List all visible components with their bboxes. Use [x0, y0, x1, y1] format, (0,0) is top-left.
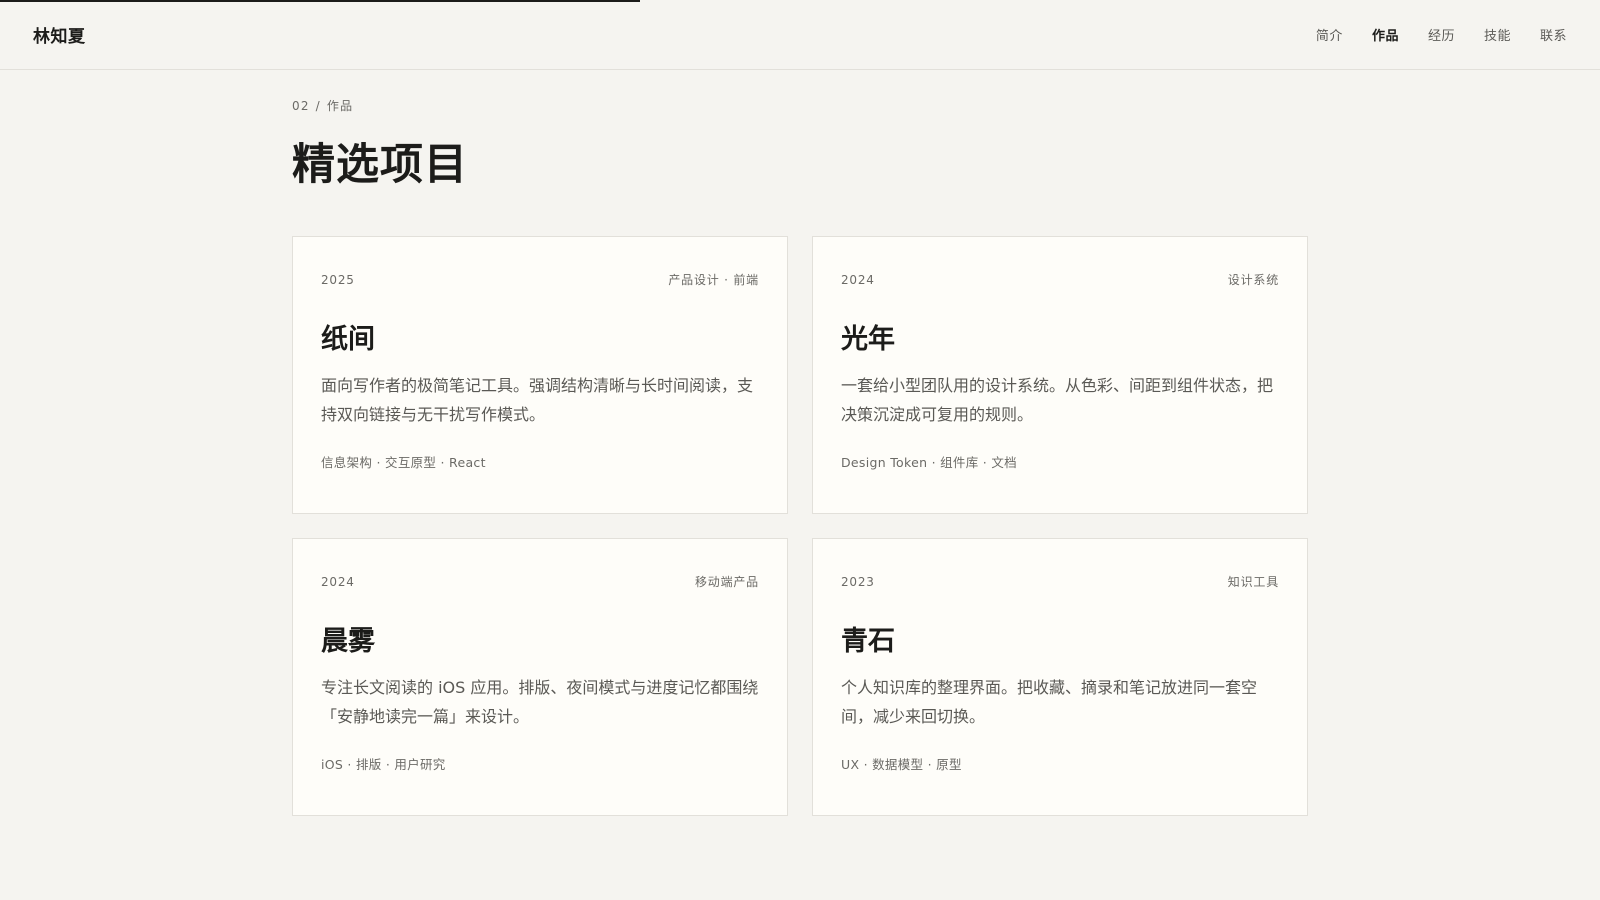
project-meta: 2025 产品设计 · 前端: [321, 271, 759, 288]
project-category: 知识工具: [1227, 575, 1279, 590]
project-card[interactable]: 2025 产品设计 · 前端 纸间 面向写作者的极简笔记工具。强调结构清晰与长时…: [292, 236, 788, 515]
project-title: 晨雾: [321, 626, 375, 658]
project-meta: 2023 知识工具: [841, 573, 1279, 590]
project-title: 青石: [841, 626, 895, 658]
project-tags: Design Token · 组件库 · 文档: [841, 454, 1017, 470]
project-year: 2024: [841, 272, 875, 287]
project-description: 专注长文阅读的 iOS 应用。排版、夜间模式与进度记忆都围绕「安静地读完一篇」来…: [321, 677, 759, 726]
nav-link-skills[interactable]: 技能: [1484, 25, 1511, 44]
breadcrumb-index: 02: [292, 98, 310, 113]
nav-link-works[interactable]: 作品: [1372, 25, 1399, 44]
site-brand[interactable]: 林知夏: [33, 22, 86, 47]
page-title: 精选项目: [292, 140, 468, 190]
project-card[interactable]: 2024 设计系统 光年 一套给小型团队用的设计系统。从色彩、间距到组件状态，把…: [812, 236, 1308, 515]
project-title: 纸间: [321, 324, 375, 356]
breadcrumb: 02 / 作品: [292, 97, 1308, 114]
project-description: 面向写作者的极简笔记工具。强调结构清晰与长时间阅读，支持双向链接与无干扰写作模式…: [321, 375, 754, 424]
breadcrumb-separator: /: [315, 98, 321, 113]
breadcrumb-section: 作品: [326, 99, 354, 113]
reading-progress-bar: [0, 0, 640, 2]
nav-link-contact[interactable]: 联系: [1540, 25, 1567, 44]
project-category: 产品设计 · 前端: [668, 273, 759, 288]
top-navigation: 林知夏 简介 作品 经历 技能 联系: [0, 0, 1600, 70]
project-card[interactable]: 2024 移动端产品 晨雾 专注长文阅读的 iOS 应用。排版、夜间模式与进度记…: [292, 538, 788, 817]
nav-link-intro[interactable]: 简介: [1316, 25, 1343, 44]
project-tags: UX · 数据模型 · 原型: [841, 756, 962, 772]
project-grid: 2025 产品设计 · 前端 纸间 面向写作者的极简笔记工具。强调结构清晰与长时…: [292, 236, 1308, 817]
project-meta: 2024 移动端产品: [321, 573, 759, 590]
project-description: 一套给小型团队用的设计系统。从色彩、间距到组件状态，把决策沉淀成可复用的规则。: [841, 375, 1274, 424]
project-year: 2024: [321, 574, 355, 589]
project-title: 光年: [841, 324, 895, 356]
project-tags: iOS · 排版 · 用户研究: [321, 756, 446, 772]
project-category: 移动端产品: [694, 575, 759, 590]
nav-link-experience[interactable]: 经历: [1428, 25, 1455, 44]
project-category: 设计系统: [1227, 273, 1279, 288]
project-tags: 信息架构 · 交互原型 · React: [321, 454, 486, 470]
project-year: 2023: [841, 574, 875, 589]
main-content: 02 / 作品 精选项目 2025 产品设计 · 前端 纸间 面向写作者的极简笔…: [292, 70, 1308, 817]
project-year: 2025: [321, 272, 355, 287]
project-meta: 2024 设计系统: [841, 271, 1279, 288]
project-description: 个人知识库的整理界面。把收藏、摘录和笔记放进同一套空间，减少来回切换。: [841, 677, 1258, 726]
project-card[interactable]: 2023 知识工具 青石 个人知识库的整理界面。把收藏、摘录和笔记放进同一套空间…: [812, 538, 1308, 817]
main-nav: 简介 作品 经历 技能 联系: [1316, 25, 1567, 44]
